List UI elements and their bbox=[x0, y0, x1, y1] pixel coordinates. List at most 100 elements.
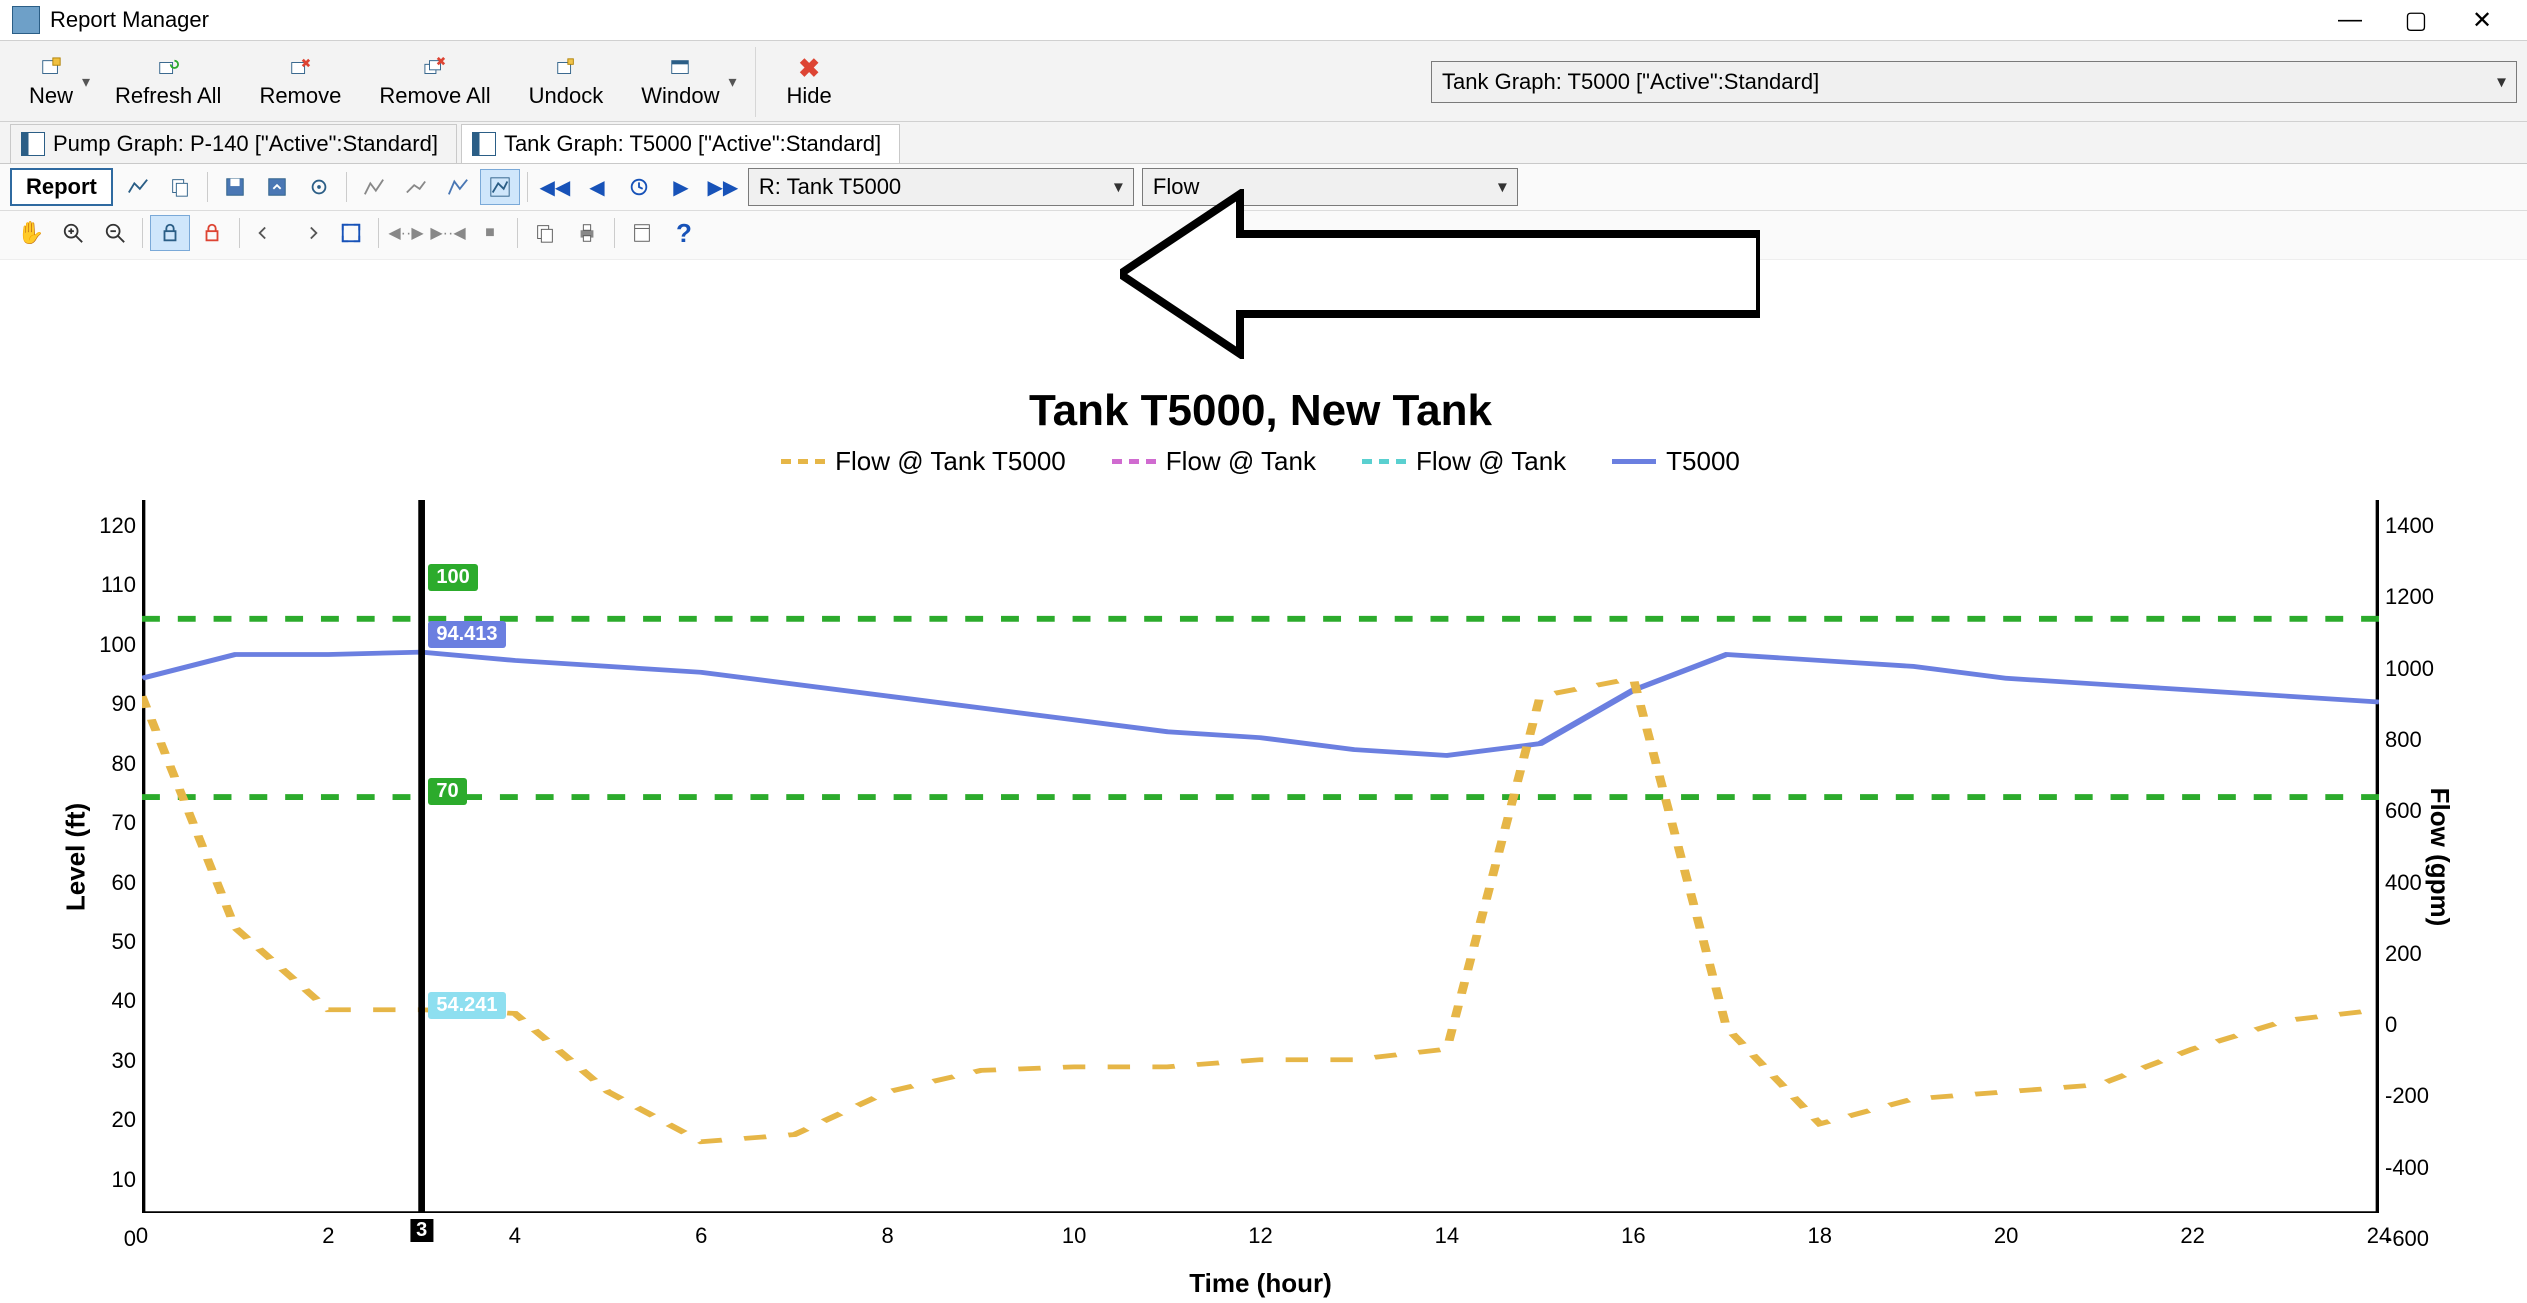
y-left-tick: 110 bbox=[101, 572, 136, 598]
lock-y-icon[interactable] bbox=[192, 215, 232, 251]
document-tabstrip: Pump Graph: P-140 ["Active":Standard] Ta… bbox=[0, 122, 2527, 164]
nav-prev-icon[interactable]: ◀ bbox=[577, 169, 617, 205]
nav-next-icon[interactable]: ▶ bbox=[661, 169, 701, 205]
x-tick: 20 bbox=[1994, 1223, 2018, 1249]
window-titlebar: Report Manager — ▢ ✕ bbox=[0, 0, 2527, 40]
undock-icon bbox=[549, 53, 583, 83]
y-left-tick: 90 bbox=[112, 691, 136, 717]
graph-tab-icon bbox=[21, 132, 45, 156]
chart-settings-icon[interactable] bbox=[299, 169, 339, 205]
y-left-tick: 80 bbox=[112, 751, 136, 777]
new-label: New bbox=[29, 83, 73, 109]
nav-first-icon[interactable]: ◀◀ bbox=[535, 169, 575, 205]
y-left-tick: 70 bbox=[112, 810, 136, 836]
pan-icon[interactable]: ✋ bbox=[11, 215, 51, 251]
open-chart-icon[interactable] bbox=[257, 169, 297, 205]
maximize-button[interactable]: ▢ bbox=[2383, 0, 2449, 40]
report-button[interactable]: Report bbox=[10, 168, 113, 206]
chart-type-line-icon[interactable] bbox=[118, 169, 158, 205]
tab-pump-graph[interactable]: Pump Graph: P-140 ["Active":Standard] bbox=[10, 124, 457, 163]
legend-item-flow-tank-b[interactable]: Flow @ Tank bbox=[1362, 446, 1566, 477]
x-axis: 024681012141618202224 3 bbox=[142, 1223, 2379, 1263]
cursor-band-upper: 100 bbox=[428, 564, 477, 591]
fit-view-icon[interactable] bbox=[331, 215, 371, 251]
copy-image-icon[interactable] bbox=[525, 215, 565, 251]
zoom-in-icon[interactable] bbox=[53, 215, 93, 251]
y-right-tick: 1200 bbox=[2385, 584, 2434, 610]
cursor-flow-value: 54.241 bbox=[428, 992, 505, 1019]
minimize-button[interactable]: — bbox=[2317, 0, 2383, 40]
new-icon bbox=[34, 53, 68, 83]
cursor-band-lower: 70 bbox=[428, 778, 466, 805]
series-style-1-icon[interactable] bbox=[354, 169, 394, 205]
tab-tank-graph-label: Tank Graph: T5000 ["Active":Standard] bbox=[504, 131, 881, 157]
x-tick: 18 bbox=[1808, 1223, 1832, 1249]
y-axis-left: Level (ft) 0102030405060708090100110120 bbox=[42, 500, 142, 1213]
undock-button[interactable]: Undock bbox=[510, 48, 623, 116]
legend-item-level-t5000[interactable]: T5000 bbox=[1612, 446, 1740, 477]
x-axis-title: Time (hour) bbox=[1189, 1268, 1332, 1299]
remove-all-label: Remove All bbox=[379, 83, 490, 109]
refresh-all-button[interactable]: Refresh All bbox=[96, 48, 240, 116]
x-tick: 4 bbox=[509, 1223, 521, 1249]
property-dropdown[interactable]: Flow bbox=[1142, 168, 1518, 206]
chart-area: Tank T5000, New Tank Flow @ Tank T5000 F… bbox=[22, 380, 2499, 1303]
new-button[interactable]: New bbox=[10, 48, 92, 116]
x-cursor-value: 3 bbox=[410, 1219, 433, 1242]
save-chart-icon[interactable] bbox=[215, 169, 255, 205]
shrink-x-icon[interactable]: ◀··▶ bbox=[386, 215, 426, 251]
help-icon[interactable]: ? bbox=[664, 215, 704, 251]
x-tick: 22 bbox=[2180, 1223, 2204, 1249]
property-dropdown-value: Flow bbox=[1153, 174, 1199, 200]
series-style-2-icon[interactable] bbox=[396, 169, 436, 205]
series-style-3-icon[interactable] bbox=[438, 169, 478, 205]
y-right-tick: -400 bbox=[2385, 1155, 2429, 1181]
remove-all-icon bbox=[418, 53, 452, 83]
remove-label: Remove bbox=[259, 83, 341, 109]
app-icon bbox=[12, 6, 40, 34]
legend-item-flow-tank-a[interactable]: Flow @ Tank bbox=[1112, 446, 1316, 477]
undock-label: Undock bbox=[529, 83, 604, 109]
x-tick: 14 bbox=[1435, 1223, 1459, 1249]
window-button[interactable]: Window bbox=[622, 48, 738, 116]
undo-view-icon[interactable] bbox=[247, 215, 287, 251]
copy-icon[interactable] bbox=[160, 169, 200, 205]
tab-tank-graph[interactable]: Tank Graph: T5000 ["Active":Standard] bbox=[461, 124, 900, 163]
y-right-tick: 0 bbox=[2385, 1012, 2397, 1038]
hide-button[interactable]: ✖ Hide bbox=[768, 48, 851, 116]
y-axis-right: Flow (gpm) -600-400-20002004006008001000… bbox=[2379, 500, 2479, 1213]
window-icon bbox=[663, 53, 697, 83]
cursor-level-value: 94.413 bbox=[428, 621, 505, 648]
zoom-out-icon[interactable] bbox=[95, 215, 135, 251]
print-icon[interactable] bbox=[567, 215, 607, 251]
remove-all-button[interactable]: Remove All bbox=[360, 48, 509, 116]
x-tick: 16 bbox=[1621, 1223, 1645, 1249]
hide-label: Hide bbox=[787, 83, 832, 109]
y-right-tick: 1000 bbox=[2385, 656, 2434, 682]
tab-pump-graph-label: Pump Graph: P-140 ["Active":Standard] bbox=[53, 131, 438, 157]
chart-toolbar-2: ✋ ◀··▶ ▶··◀ ■ ? bbox=[0, 211, 2527, 260]
remove-button[interactable]: Remove bbox=[240, 48, 360, 116]
element-dropdown[interactable]: R: Tank T5000 bbox=[748, 168, 1134, 206]
expand-x-icon[interactable]: ▶··◀ bbox=[428, 215, 468, 251]
nav-time-icon[interactable] bbox=[619, 169, 659, 205]
stop-icon[interactable]: ■ bbox=[470, 215, 510, 251]
series-style-4-icon[interactable] bbox=[480, 169, 520, 205]
y-left-tick: 30 bbox=[112, 1048, 136, 1074]
close-button[interactable]: ✕ bbox=[2449, 0, 2515, 40]
y-left-tick: 0 bbox=[124, 1226, 136, 1252]
redo-view-icon[interactable] bbox=[289, 215, 329, 251]
y-right-tick: 800 bbox=[2385, 727, 2422, 753]
scenario-dropdown[interactable]: Tank Graph: T5000 ["Active":Standard] bbox=[1431, 61, 2517, 103]
x-tick: 24 bbox=[2367, 1223, 2391, 1249]
report-button-label: Report bbox=[26, 174, 97, 199]
y-axis-right-title: Flow (gpm) bbox=[2424, 787, 2455, 926]
chart-title: Tank T5000, New Tank bbox=[22, 386, 2499, 436]
y-left-tick: 100 bbox=[99, 632, 136, 658]
lock-x-icon[interactable] bbox=[150, 215, 190, 251]
legend-item-flow-t5000[interactable]: Flow @ Tank T5000 bbox=[781, 446, 1066, 477]
plot-canvas[interactable]: 100 94.413 70 54.241 bbox=[142, 500, 2379, 1213]
nav-last-icon[interactable]: ▶▶ bbox=[703, 169, 743, 205]
notes-icon[interactable] bbox=[622, 215, 662, 251]
ribbon-separator bbox=[755, 47, 756, 117]
